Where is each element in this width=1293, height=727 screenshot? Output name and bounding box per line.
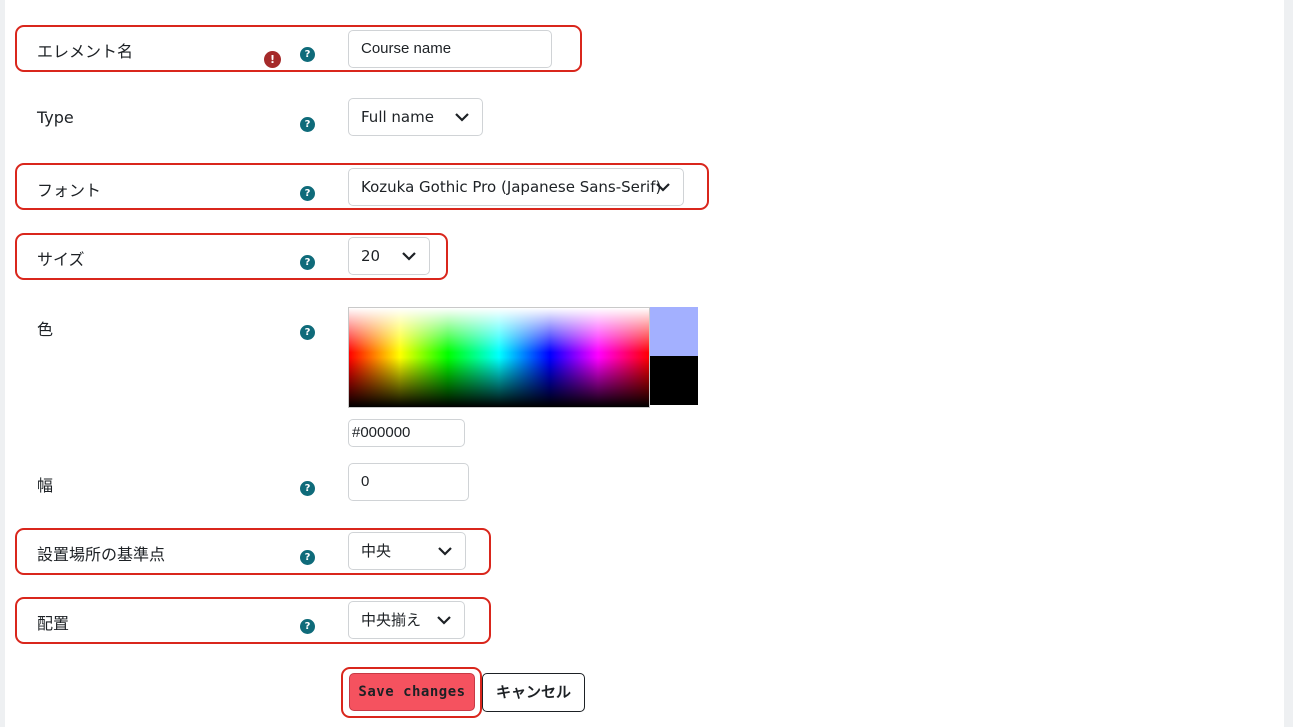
type-select[interactable]: Full name [348,98,483,136]
color-preview-current [650,356,698,405]
help-icon[interactable]: ? [300,186,315,201]
alignment-label: 配置 [37,614,70,633]
chevron-down-icon [402,252,416,261]
type-label: Type [37,108,74,127]
help-icon[interactable]: ? [300,325,315,340]
color-gradient-picker[interactable] [348,307,650,408]
save-button[interactable]: Save changes [349,673,475,711]
width-label: 幅 [37,476,54,495]
alignment-select[interactable]: 中央揃え [348,601,465,639]
help-icon[interactable]: ? [300,255,315,270]
anchor-select[interactable]: 中央 [348,532,466,570]
type-select-value: Full name [361,108,434,126]
size-label: サイズ [37,250,85,269]
anchor-select-value: 中央 [361,542,392,560]
width-input[interactable]: 0 [348,463,469,501]
color-hex-input[interactable]: #000000 [348,419,465,447]
font-label: フォント [37,181,102,200]
chevron-down-icon [455,113,469,122]
color-label: 色 [37,320,54,339]
chevron-down-icon [438,547,452,556]
anchor-label: 設置場所の基準点 [37,545,166,564]
help-icon[interactable]: ? [300,550,315,565]
font-select-value: Kozuka Gothic Pro (Japanese Sans-Serif) [361,178,662,196]
chevron-down-icon [437,616,451,625]
help-icon[interactable]: ? [300,481,315,496]
color-preview-new [650,307,698,356]
element-name-input[interactable]: Course name [348,30,552,68]
help-icon[interactable]: ? [300,117,315,132]
help-icon[interactable]: ? [300,619,315,634]
size-select[interactable]: 20 [348,237,430,275]
color-gradient[interactable] [349,308,649,407]
size-select-value: 20 [361,247,381,265]
chevron-down-icon [656,183,670,192]
element-name-label: エレメント名 [37,42,134,61]
alignment-select-value: 中央揃え [361,611,422,629]
font-select[interactable]: Kozuka Gothic Pro (Japanese Sans-Serif) [348,168,684,206]
error-icon: ! [264,51,281,68]
help-icon[interactable]: ? [300,47,315,62]
cancel-button[interactable]: キャンセル [482,673,585,712]
